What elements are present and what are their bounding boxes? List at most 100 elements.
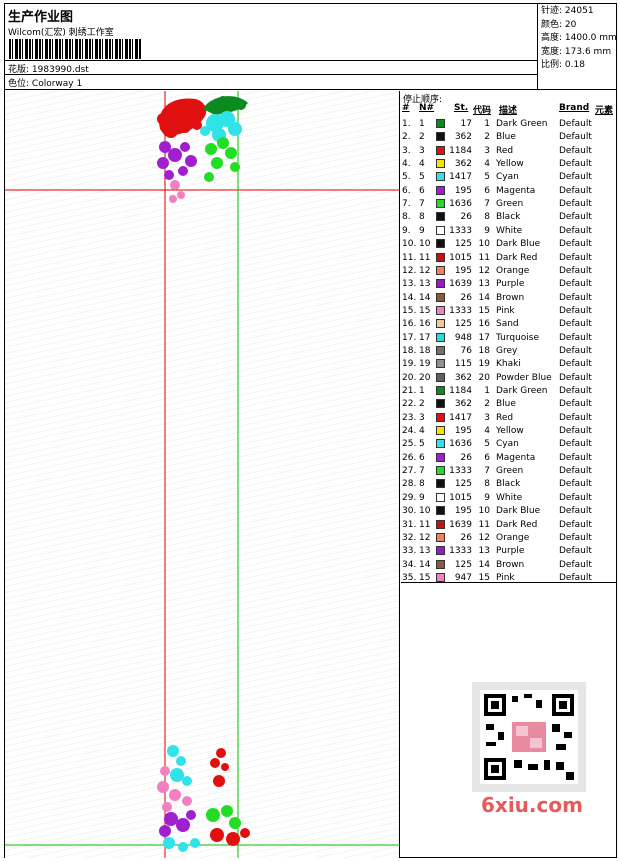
table-row: 7. 7 1636 7 Green Default — [401, 197, 616, 210]
row-brand: Default — [559, 212, 592, 223]
row-needle: 1 — [419, 386, 425, 396]
row-brand: Default — [559, 572, 592, 583]
worksheet-header: 生产作业图 Wilcom(汇宏) 刺绣工作室 花版: 1983990.dst 色… — [5, 4, 617, 90]
color-swatch — [436, 359, 445, 369]
row-index: 28. — [402, 479, 417, 490]
color-swatch — [436, 292, 445, 302]
row-description: Green — [496, 199, 524, 210]
bottom-motif — [157, 745, 250, 852]
colorway-value: Colorway 1 — [31, 79, 83, 89]
row-needle: 7 — [419, 466, 425, 477]
table-row: 14. 14 26 14 Brown Default — [401, 291, 616, 304]
qr-code-graphic — [480, 690, 578, 784]
row-stitches: 125 — [454, 319, 472, 330]
row-needle: 19 — [419, 359, 431, 370]
row-stitches: 1184 — [449, 145, 472, 156]
barcode — [9, 39, 141, 59]
colorway-line: 色位: Colorway 1 — [8, 76, 82, 89]
color-swatch — [436, 345, 445, 355]
row-stitches: 1333 — [449, 305, 472, 316]
row-code: 12 — [478, 265, 490, 276]
row-description: Grey — [496, 345, 518, 356]
row-needle: 12 — [419, 532, 431, 543]
row-index: 1. — [402, 119, 411, 129]
row-needle: 2 — [419, 399, 425, 410]
row-needle: 15 — [419, 572, 431, 583]
top-motif — [157, 96, 248, 203]
row-brand: Default — [559, 506, 592, 517]
color-swatch — [436, 212, 445, 222]
row-brand: Default — [559, 345, 592, 356]
row-index: 17. — [402, 332, 417, 343]
row-code: 9 — [484, 492, 490, 503]
row-needle: 8 — [419, 212, 425, 223]
row-index: 8. — [402, 212, 411, 223]
col-index: # — [402, 103, 410, 113]
header-divider — [5, 74, 537, 75]
row-index: 3. — [402, 145, 411, 156]
row-index: 9. — [402, 225, 411, 236]
row-code: 20 — [478, 372, 490, 383]
row-needle: 2 — [419, 132, 425, 143]
row-index: 11. — [402, 252, 417, 263]
row-description: Dark Blue — [496, 506, 541, 517]
row-code: 17 — [478, 332, 490, 343]
table-row: 4. 4 362 4 Yellow Default — [401, 157, 616, 170]
col-code: 代码 — [473, 106, 492, 116]
row-brand: Default — [559, 399, 592, 410]
table-row: 16. 16 125 16 Sand Default — [401, 317, 616, 330]
row-description: Powder Blue — [496, 372, 552, 383]
row-needle: 14 — [419, 292, 431, 303]
row-stitches: 26 — [460, 532, 472, 543]
col-brand: Brand — [559, 103, 590, 113]
col-stitches: St. — [454, 103, 469, 113]
row-stitches: 1639 — [449, 279, 472, 290]
table-row: 13. 13 1639 13 Purple Default — [401, 277, 616, 290]
row-brand: Default — [559, 466, 592, 477]
row-needle: 12 — [419, 265, 431, 276]
row-description: Black — [496, 212, 521, 223]
row-description: Turquoise — [496, 332, 540, 343]
row-needle: 14 — [419, 559, 431, 570]
row-needle: 5 — [419, 439, 425, 450]
color-swatch — [436, 399, 445, 409]
row-index: 15. — [402, 305, 417, 316]
row-stitches: 125 — [454, 479, 472, 490]
table-row: 28. 8 125 8 Black Default — [401, 477, 616, 490]
color-swatch — [436, 506, 445, 516]
row-code: 6 — [484, 185, 490, 196]
table-row: 19. 19 115 19 Khaki Default — [401, 357, 616, 370]
design-stats: 针迹: 24051 颜色: 20 高度: 1400.0 mm 宽度: 173.6… — [537, 4, 617, 90]
table-row: 12. 12 195 12 Orange Default — [401, 264, 616, 277]
color-swatch — [436, 185, 445, 195]
qr-code — [472, 682, 586, 792]
row-stitches: 947 — [454, 572, 472, 583]
color-swatch — [436, 265, 445, 275]
row-stitches: 1636 — [449, 439, 472, 450]
row-code: 6 — [484, 452, 490, 463]
color-swatch — [436, 372, 445, 382]
row-stitches: 195 — [454, 185, 472, 196]
company-name: Wilcom(汇宏) 刺绣工作室 — [8, 28, 114, 38]
table-row: 5. 5 1417 5 Cyan Default — [401, 170, 616, 183]
row-index: 26. — [402, 452, 417, 463]
stat-scale: 比例: 0.18 — [541, 60, 585, 70]
row-brand: Default — [559, 292, 592, 303]
row-brand: Default — [559, 519, 592, 530]
row-needle: 6 — [419, 185, 425, 196]
row-index: 33. — [402, 546, 417, 557]
row-index: 22. — [402, 399, 417, 410]
color-swatch — [436, 199, 445, 209]
colorway-label: 色位: — [8, 79, 30, 89]
row-stitches: 1333 — [449, 225, 472, 236]
row-code: 13 — [478, 279, 490, 290]
row-needle: 10 — [419, 239, 431, 250]
color-swatch — [436, 239, 445, 249]
row-brand: Default — [559, 279, 592, 290]
header-divider — [5, 60, 537, 61]
color-swatch — [436, 145, 445, 155]
row-stitches: 1333 — [449, 546, 472, 557]
table-row: 31. 11 1639 11 Dark Red Default — [401, 518, 616, 531]
row-description: White — [496, 225, 523, 236]
row-stitches: 1015 — [449, 492, 472, 503]
